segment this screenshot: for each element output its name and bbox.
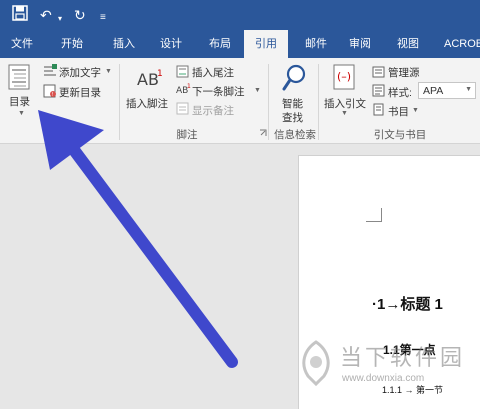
annotation-arrow (38, 110, 238, 368)
